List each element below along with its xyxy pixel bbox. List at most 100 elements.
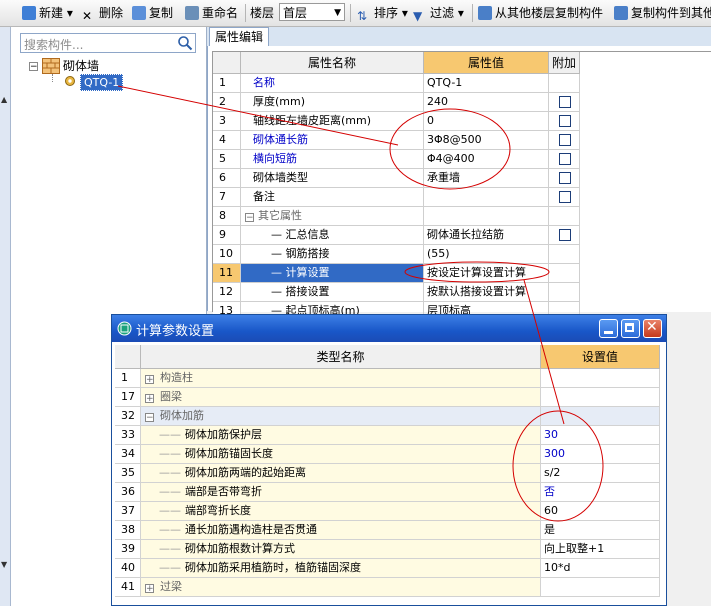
property-name: — 计算设置 [241,264,424,283]
property-value[interactable]: (55) [424,245,549,264]
property-row[interactable]: 10 — 钢筋搭接 (55) [213,245,711,264]
setting-name: + 过梁 [141,578,541,597]
attach-checkbox[interactable] [559,153,571,165]
delete-button[interactable]: ✕ 删除 [82,4,123,23]
new-button[interactable]: 新建 ▾ [22,4,73,22]
property-row[interactable]: 9 — 汇总信息 砌体通长拉结筋 [213,226,711,245]
setting-name-label: 砌体加筋采用植筋时，植筋锚固深度 [185,561,361,574]
group-collapse-toggle[interactable]: − [245,213,254,223]
setting-name-label: 砌体加筋锚固长度 [185,447,273,460]
property-name-label: — 钢筋搭接 [271,247,330,260]
property-value[interactable]: 按默认搭接设置计算 [424,283,549,302]
sort-button[interactable]: ⇅ 排序 ▾ [357,4,408,23]
copy-button[interactable]: 复制 [132,4,173,22]
setting-name-label: 圈梁 [160,390,182,403]
setting-row[interactable]: 36 —— 端部是否带弯折 否 [115,483,660,502]
setting-value[interactable] [541,369,660,388]
property-name-label: — 计算设置 [271,266,330,279]
setting-row[interactable]: 35 —— 砌体加筋两端的起始距离 s/2 [115,464,660,483]
setting-row[interactable]: 37 —— 端部弯折长度 60 [115,502,660,521]
property-row[interactable]: 7 备注 [213,188,711,207]
attach-checkbox[interactable] [559,191,571,203]
property-value[interactable]: 0 [424,112,549,131]
property-row[interactable]: 5 横向短筋 Φ4@400 [213,150,711,169]
group-expand-toggle[interactable]: + [145,375,154,385]
tree-collapse-toggle[interactable]: − [29,62,38,72]
setting-value[interactable] [541,388,660,407]
property-row[interactable]: 1 名称 QTQ-1 [213,74,711,93]
property-value[interactable] [424,188,549,207]
setting-row[interactable]: 39 —— 砌体加筋根数计算方式 向上取整+1 [115,540,660,559]
property-row[interactable]: 6 砌体墙类型 承重墙 [213,169,711,188]
attach-checkbox[interactable] [559,134,571,146]
setting-value[interactable] [541,578,660,597]
property-value[interactable]: 砌体通长拉结筋 [424,226,549,245]
setting-row[interactable]: 41 + 过梁 [115,578,660,597]
extra-cell [549,188,580,207]
setting-name-label: 砌体加筋两端的起始距离 [185,466,306,479]
tree-item-qtq-1[interactable]: QTQ-1 [80,74,124,91]
setting-row[interactable]: 34 —— 砌体加筋锚固长度 300 [115,445,660,464]
copy-from-floor-button[interactable]: 从其他楼层复制构件 [478,4,603,22]
setting-row[interactable]: 38 —— 通长加筋遇构造柱是否贯通 是 [115,521,660,540]
filter-button[interactable]: ▼ 过滤 ▾ [413,4,464,23]
copy-to-floor-button[interactable]: 复制构件到其他 [614,4,711,22]
row-number: 4 [213,131,241,150]
minimize-button[interactable] [599,319,618,338]
property-value[interactable]: 按设定计算设置计算 [424,264,549,283]
property-value[interactable]: 承重墙 [424,169,549,188]
close-button[interactable]: ✕ [643,319,662,338]
setting-row[interactable]: 33 —— 砌体加筋保护层 30 [115,426,660,445]
setting-value[interactable]: 10*d [541,559,660,578]
search-input[interactable]: 搜索构件... [24,36,83,53]
tree-root-wall[interactable]: 砌体墙 [63,58,99,74]
tree-connector: —— [159,428,181,441]
setting-row[interactable]: 1 + 构造柱 [115,369,660,388]
group-expand-toggle[interactable]: − [145,413,154,423]
attach-checkbox[interactable] [559,172,571,184]
property-row[interactable]: 8− 其它属性 [213,207,711,226]
floor-select[interactable]: 首层 ▼ [279,3,345,21]
setting-value[interactable]: 300 [541,445,660,464]
attach-checkbox[interactable] [559,96,571,108]
dialog-title-bar[interactable]: 计算参数设置 ✕ [112,315,666,342]
property-value[interactable]: Φ4@400 [424,150,549,169]
setting-value[interactable]: 向上取整+1 [541,540,660,559]
setting-value[interactable] [541,407,660,426]
row-number: 2 [213,93,241,112]
setting-row[interactable]: 40 —— 砌体加筋采用植筋时，植筋锚固深度 10*d [115,559,660,578]
maximize-button[interactable] [621,319,640,338]
property-value[interactable]: 3Φ8@500 [424,131,549,150]
row-number: 5 [213,150,241,169]
filter-icon: ▼ [413,9,423,23]
setting-row[interactable]: 32− 砌体加筋 [115,407,660,426]
property-value[interactable]: QTQ-1 [424,74,549,93]
extra-cell [549,264,580,283]
setting-row[interactable]: 17 + 圈梁 [115,388,660,407]
group-expand-toggle[interactable]: + [145,584,154,594]
setting-name-label: 通长加筋遇构造柱是否贯通 [185,523,317,536]
rename-button[interactable]: 重命名 [185,4,238,22]
property-row[interactable]: 4 砌体通长筋 3Φ8@500 [213,131,711,150]
dialog-title: 计算参数设置 [136,324,215,339]
attach-checkbox[interactable] [559,115,571,127]
setting-value[interactable]: s/2 [541,464,660,483]
property-row[interactable]: 2 厚度(mm) 240 [213,93,711,112]
setting-name-label: 砌体加筋 [160,409,204,422]
property-row[interactable]: 11 — 计算设置 按设定计算设置计算 [213,264,711,283]
property-row[interactable]: 12 — 搭接设置 按默认搭接设置计算 [213,283,711,302]
search-icon[interactable] [177,35,193,51]
property-value[interactable]: 240 [424,93,549,112]
setting-value[interactable]: 30 [541,426,660,445]
setting-value[interactable]: 否 [541,483,660,502]
property-value[interactable] [424,207,549,226]
setting-name: —— 砌体加筋锚固长度 [141,445,541,464]
group-expand-toggle[interactable]: + [145,394,154,404]
tab-property-edit[interactable]: 属性编辑 [209,27,269,46]
search-box[interactable]: 搜索构件... [20,33,196,53]
property-row[interactable]: 3 轴线距左墙皮距离(mm) 0 [213,112,711,131]
collapsed-side-strip[interactable]: ▲ ▼ [0,27,11,606]
attach-checkbox[interactable] [559,229,571,241]
setting-value[interactable]: 是 [541,521,660,540]
setting-value[interactable]: 60 [541,502,660,521]
